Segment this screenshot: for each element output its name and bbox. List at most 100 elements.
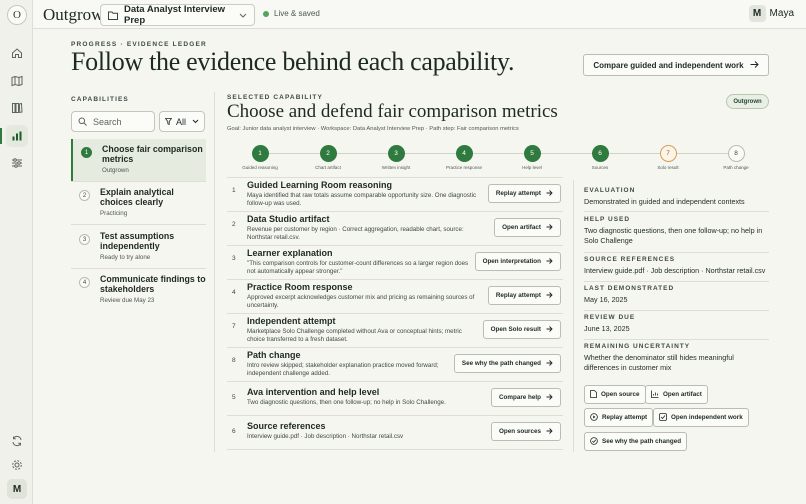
- evidence-description: Maya identified that raw totals assume c…: [247, 192, 477, 208]
- play-icon: [590, 412, 598, 423]
- step-number: 5: [523, 145, 541, 162]
- button-label: Open artifact: [663, 391, 702, 398]
- button-label: Replay attempt: [495, 190, 541, 197]
- search-icon: [78, 117, 87, 126]
- sliders-icon[interactable]: [6, 152, 28, 174]
- selected-capability-title: Choose and defend fair comparison metric…: [227, 101, 558, 122]
- detail-value: Two diagnostic questions, then one follo…: [584, 226, 763, 245]
- workspace-name: Data Analyst Interview Prep: [124, 4, 226, 26]
- step-item[interactable]: 8 Path change: [711, 145, 761, 170]
- user-avatar-small: M: [748, 5, 766, 22]
- sync-icon[interactable]: [6, 430, 28, 452]
- status-dot: [263, 10, 269, 17]
- step-number: 3: [387, 145, 405, 162]
- evidence-description: Intro review skipped; stakeholder explan…: [247, 362, 439, 378]
- library-icon[interactable]: [6, 97, 28, 119]
- open-source-button[interactable]: Open source: [584, 385, 646, 404]
- divider: [584, 281, 769, 282]
- step-item[interactable]: 1 Guided reasoning: [235, 145, 285, 170]
- detail-evaluation: EVALUATION Demonstrated in guided and in…: [584, 187, 770, 207]
- arrow-right-icon: [546, 427, 553, 436]
- capability-item[interactable]: 2 Explain analytical choices clearly Pra…: [71, 182, 206, 224]
- evidence-title: Data Studio artifact: [247, 214, 330, 224]
- step-label: Guided reasoning: [242, 165, 278, 170]
- evidence-action-button[interactable]: Compare help: [491, 388, 561, 407]
- evidence-step: 7: [232, 323, 236, 330]
- search-placeholder: Search: [93, 116, 122, 127]
- step-item[interactable]: 3 Written insight: [371, 145, 421, 170]
- progress-chart-icon[interactable]: [0, 125, 28, 147]
- capability-item[interactable]: 4 Communicate findings to stakeholders R…: [71, 269, 206, 311]
- button-label: Compare help: [499, 394, 541, 401]
- arrow-right-icon: [546, 223, 553, 232]
- save-status: Live & saved: [263, 9, 320, 18]
- button-label: Open source: [601, 391, 640, 398]
- evidence-action-button[interactable]: Open sources: [491, 422, 561, 441]
- capability-item[interactable]: 1 Choose fair comparison metrics Outgrow…: [71, 139, 206, 181]
- evidence-title: Path change: [247, 350, 301, 360]
- step-item[interactable]: 4 Practice response: [439, 145, 489, 170]
- step-item[interactable]: 6 Sources: [575, 145, 625, 170]
- capability-status: Review due May 23: [100, 297, 155, 304]
- evidence-row: 1 Guided Learning Room reasoning Maya id…: [227, 178, 563, 211]
- evidence-row: 6 Source references Interview guide.pdf …: [227, 416, 563, 449]
- compare-guided-independent-button[interactable]: Compare guided and independent work: [583, 54, 769, 76]
- step-label: Practice response: [445, 165, 483, 170]
- capabilities-heading: CAPABILITIES: [71, 96, 129, 103]
- workspace-selector[interactable]: Data Analyst Interview Prep: [100, 4, 255, 26]
- check-circle-icon: [590, 436, 598, 447]
- divider: [584, 310, 769, 311]
- step-number: 6: [591, 145, 609, 162]
- evidence-description: Marketplace Solo Challenge completed wit…: [247, 328, 462, 344]
- evidence-action-button[interactable]: Open Solo result: [482, 320, 561, 339]
- detail-key: SOURCE REFERENCES: [584, 256, 676, 263]
- divider: [227, 449, 563, 450]
- capability-filter-select[interactable]: All: [159, 111, 205, 132]
- evidence-title: Independent attempt: [247, 316, 336, 326]
- user-name: Maya: [769, 8, 794, 19]
- capability-status: Ready to try alone: [100, 254, 151, 261]
- user-menu[interactable]: M Maya: [748, 5, 794, 22]
- settings-icon[interactable]: [6, 454, 28, 476]
- save-status-text: Live & saved: [274, 9, 320, 18]
- detail-key: EVALUATION: [584, 187, 636, 194]
- capability-search-input[interactable]: Search: [71, 111, 155, 132]
- evidence-action-button[interactable]: Open artifact: [494, 218, 561, 237]
- button-label: Open Solo result: [490, 326, 541, 333]
- evidence-step: 6: [232, 428, 236, 435]
- open-independent-work-button[interactable]: Open independent work: [653, 408, 749, 427]
- detail-review-due: REVIEW DUE June 13, 2025: [584, 314, 770, 334]
- replay-attempt-button[interactable]: Replay attempt: [584, 408, 654, 427]
- step-number: 8: [727, 145, 745, 162]
- capability-title: Test assumptions independently: [100, 231, 175, 251]
- capability-number: 3: [79, 234, 90, 245]
- evidence-row: 4 Practice Room response Approved excerp…: [227, 280, 563, 313]
- user-avatar[interactable]: M: [7, 479, 27, 499]
- see-why-path-changed-button[interactable]: See why the path changed: [584, 432, 688, 451]
- evidence-description: "This comparison controls for customer-c…: [247, 260, 469, 276]
- evidence-action-button[interactable]: Replay attempt: [487, 184, 561, 203]
- map-icon[interactable]: [6, 70, 28, 92]
- detail-last-demonstrated: LAST DEMONSTRATED May 16, 2025: [584, 285, 770, 305]
- step-item[interactable]: 5 Help level: [507, 145, 557, 170]
- open-artifact-button[interactable]: Open artifact: [645, 385, 708, 404]
- evidence-action-button[interactable]: See why the path changed: [453, 354, 561, 373]
- step-item[interactable]: 2 Chart artifact: [303, 145, 353, 170]
- evidence-action-button[interactable]: Replay attempt: [487, 286, 561, 305]
- chevron-down-icon: [239, 13, 247, 18]
- detail-value: Whether the denominator still hides mean…: [584, 353, 734, 372]
- app-logo[interactable]: O: [7, 5, 27, 25]
- arrow-right-icon: [546, 393, 553, 402]
- step-label: Help level: [522, 165, 542, 170]
- evidence-action-button[interactable]: Open interpretation: [474, 252, 561, 271]
- step-label: Chart artifact: [315, 165, 341, 170]
- capability-item[interactable]: 3 Test assumptions independently Ready t…: [71, 226, 206, 268]
- left-rail: O M: [0, 0, 33, 504]
- button-label: See why the path changed: [461, 360, 541, 367]
- detail-value: Demonstrated in guided and independent c…: [584, 197, 745, 206]
- chart-icon: [651, 390, 659, 400]
- step-item[interactable]: 7 Solo result: [643, 145, 693, 170]
- home-icon[interactable]: [6, 42, 28, 64]
- step-number: 2: [319, 145, 337, 162]
- evidence-step: 3: [232, 255, 236, 262]
